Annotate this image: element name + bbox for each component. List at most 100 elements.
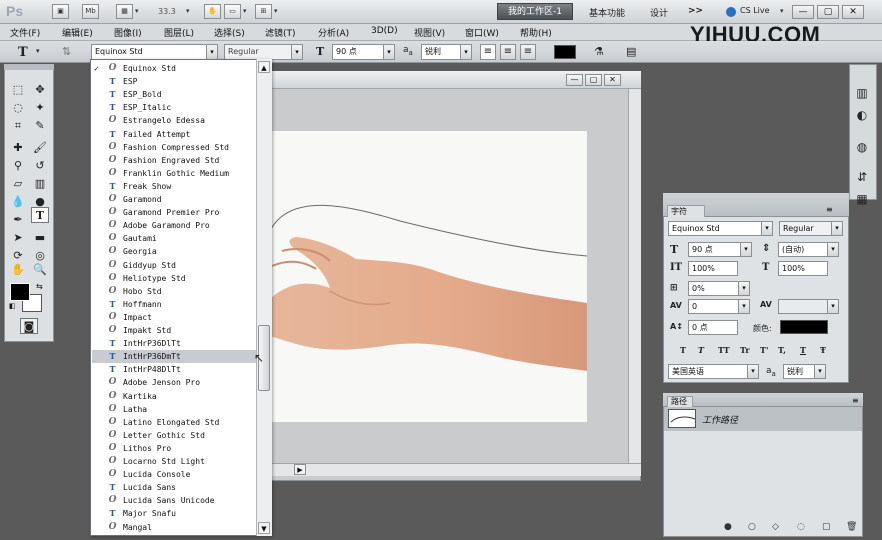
hand-tool-icon[interactable]: ✋ (9, 262, 27, 278)
magic-wand-tool-icon[interactable]: ✦ (31, 100, 49, 116)
font-list-item[interactable]: T ESP (92, 75, 258, 88)
menu-file[interactable]: 文件(F) (10, 26, 40, 39)
panel-menu-icon[interactable]: ≡ (826, 205, 833, 214)
font-list-item[interactable]: O Georgia (92, 245, 258, 258)
char-font-family-select[interactable]: Equinox Std (668, 221, 764, 236)
menu-view[interactable]: 视图(V) (414, 26, 445, 39)
faux-bold-button[interactable]: T (680, 345, 686, 355)
font-list-item[interactable]: O Fashion Compressed Std (92, 141, 258, 154)
blur-tool-icon[interactable]: 💧 (9, 194, 27, 210)
underline-button[interactable]: T (800, 345, 806, 355)
foreground-color-swatch[interactable] (10, 283, 30, 301)
font-list-item[interactable]: T Hoffmann (92, 298, 258, 311)
char-antialias-select[interactable]: 锐利 (783, 364, 817, 379)
char-color-swatch[interactable] (780, 320, 828, 334)
menu-help[interactable]: 帮助(H) (520, 26, 552, 39)
chevron-down-icon[interactable]: ▾ (831, 221, 843, 236)
more-workspaces-button[interactable]: >> (688, 6, 703, 16)
menu-image[interactable]: 图像(I) (114, 26, 142, 39)
font-list-item[interactable]: O Kartika (92, 390, 258, 403)
font-list-item[interactable]: T IntHrP36DlTt (92, 337, 258, 350)
arrange-view-icon[interactable]: ▦ (116, 4, 133, 19)
menu-filter[interactable]: 滤镜(T) (265, 26, 296, 39)
all-caps-button[interactable]: TT (718, 345, 730, 355)
char-tracking-field[interactable] (778, 299, 830, 314)
chevron-down-icon[interactable]: ▾ (36, 47, 40, 55)
chevron-down-icon[interactable]: ▾ (814, 364, 826, 379)
faux-italic-button[interactable]: T (698, 345, 704, 355)
font-list-item[interactable]: O Letter Gothic Std (92, 429, 258, 442)
subscript-button[interactable]: T, (778, 345, 786, 355)
font-list-item[interactable]: O Lithos Pro (92, 442, 258, 455)
cs-live-button[interactable]: CS Live (740, 6, 770, 15)
workspace-essentials-link[interactable]: 基本功能 (589, 6, 625, 19)
tools-panel-grip[interactable] (4, 64, 54, 70)
align-center-button[interactable]: ≡ (500, 44, 516, 60)
align-right-button[interactable]: ≡ (520, 44, 536, 60)
align-left-button[interactable]: ≡ (480, 44, 496, 60)
eyedropper-tool-icon[interactable]: ✎ (31, 118, 49, 134)
menu-window[interactable]: 窗口(W) (465, 26, 499, 39)
healing-brush-tool-icon[interactable]: ✚ (9, 140, 27, 156)
chevron-down-icon[interactable]: ▾ (291, 44, 303, 60)
font-list-item[interactable]: T Major Snafu (92, 507, 258, 520)
lasso-tool-icon[interactable]: ◌ (9, 100, 27, 116)
default-colors-icon[interactable]: ◧ (9, 302, 16, 310)
font-list-item[interactable]: O Locarno Std Light (92, 455, 258, 468)
small-caps-button[interactable]: Tr (740, 345, 750, 355)
menu-layer[interactable]: 图层(L) (164, 26, 194, 39)
chevron-down-icon[interactable]: ▾ (460, 44, 472, 60)
minimize-button[interactable]: — (792, 5, 814, 19)
chevron-down-icon[interactable]: ▾ (383, 44, 395, 60)
brush-tool-icon[interactable]: 🖌 (31, 140, 49, 156)
font-list-item[interactable]: T Failed Attempt (92, 128, 258, 141)
font-list-item[interactable]: O Lucida Sans Unicode (92, 494, 258, 507)
panel-menu-icon[interactable]: ≡ (852, 396, 859, 405)
font-list-item[interactable]: O Heliotype Std (92, 272, 258, 285)
char-language-select[interactable]: 美国英语 (668, 364, 750, 379)
font-style-select[interactable]: Regular (224, 44, 296, 60)
scroll-up-arrow-icon[interactable]: ▲ (258, 61, 270, 73)
chevron-down-icon[interactable]: ▾ (243, 7, 247, 15)
menu-select[interactable]: 选择(S) (214, 26, 245, 39)
font-list-item[interactable]: O Adobe Jenson Pro (92, 376, 258, 389)
path-selection-tool-icon[interactable]: ➤ (9, 230, 27, 246)
clone-stamp-tool-icon[interactable]: ⚲ (9, 158, 27, 174)
font-list-item[interactable]: T Lucida Sans (92, 481, 258, 494)
text-orientation-icon[interactable]: ⇅ (62, 45, 71, 58)
type-tool-preset-icon[interactable]: T (18, 45, 28, 60)
font-list-item[interactable]: O Fashion Engraved Std (92, 154, 258, 167)
chevron-down-icon[interactable]: ▾ (747, 364, 759, 379)
scroll-down-arrow-icon[interactable]: ▼ (258, 522, 270, 534)
chevron-down-icon[interactable]: ▾ (135, 7, 139, 15)
masks-panel-icon[interactable]: ◍ (853, 138, 871, 156)
character-panel-tab[interactable]: 字符 (667, 205, 705, 217)
fill-path-icon[interactable]: ● (724, 522, 732, 532)
font-list-item[interactable]: O Latha (92, 403, 258, 416)
font-list-item[interactable]: O Impact (92, 311, 258, 324)
font-list-item[interactable]: O Estrangelo Edessa (92, 114, 258, 127)
layers-panel-icon[interactable]: ▦ (853, 190, 871, 208)
workspace-active-button[interactable]: 我的工作区-1 (497, 3, 573, 20)
chevron-down-icon[interactable]: ▾ (740, 242, 752, 257)
document-close-button[interactable]: ✕ (604, 74, 621, 86)
menu-edit[interactable]: 编辑(E) (62, 26, 93, 39)
font-list-item[interactable]: O Giddyup Std (92, 259, 258, 272)
swap-colors-icon[interactable]: ⇆ (36, 282, 43, 291)
make-work-path-icon[interactable]: ◌ (797, 522, 805, 532)
char-kerning-field[interactable]: 0 (688, 299, 741, 314)
chevron-down-icon[interactable]: ▾ (206, 44, 218, 60)
strikethrough-button[interactable]: Ŧ (820, 345, 826, 355)
chevron-down-icon[interactable]: ▾ (186, 7, 190, 15)
text-color-swatch[interactable] (554, 45, 576, 59)
font-list-item[interactable]: O Impakt Std (92, 324, 258, 337)
font-list-item[interactable]: T Freak Show (92, 180, 258, 193)
chevron-down-icon[interactable]: ▾ (738, 299, 750, 314)
menu-3d[interactable]: 3D(D) (371, 26, 398, 36)
marquee-tool-icon[interactable]: ⬚ (9, 82, 27, 98)
history-brush-tool-icon[interactable]: ↺ (31, 158, 49, 174)
history-panel-icon[interactable]: ⇵ (853, 168, 871, 186)
font-list-item[interactable]: T ESP_Bold (92, 88, 258, 101)
font-list-item[interactable]: O Garamond (92, 193, 258, 206)
histogram-panel-icon[interactable]: ▥ (853, 84, 871, 102)
